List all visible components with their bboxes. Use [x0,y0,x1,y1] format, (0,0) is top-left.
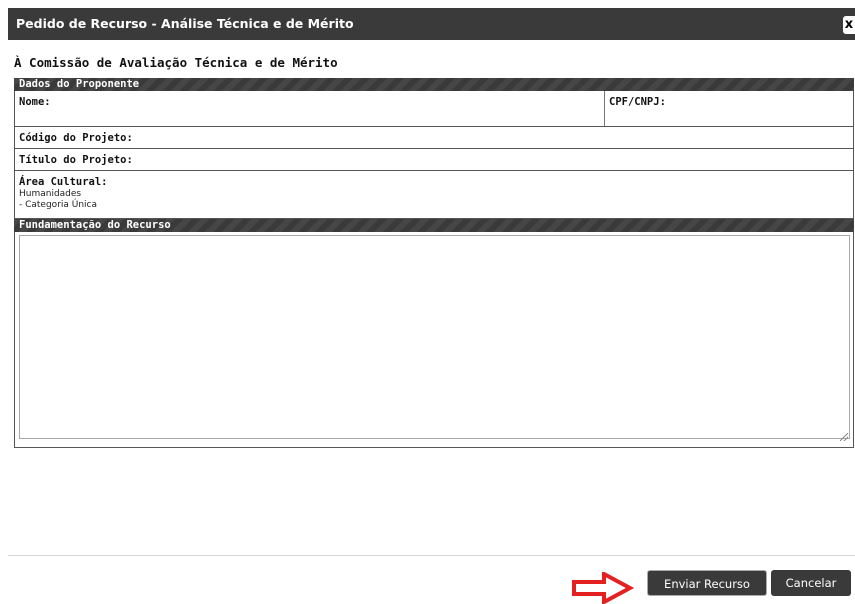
close-icon: x [844,17,854,32]
row-area-cultural: Área Cultural: Humanidades - Categoria Ú… [14,171,854,219]
area-cultural-value: Humanidades [19,189,82,199]
page-heading: À Comissão de Avaliação Técnica e de Mér… [14,55,338,70]
titulo-projeto-label: Título do Projeto: [19,154,133,166]
cpf-cnpj-label: CPF/CNPJ: [609,96,666,108]
enviar-recurso-button[interactable]: Enviar Recurso [647,570,767,596]
codigo-projeto-label: Código do Projeto: [19,132,133,144]
dialog-titlebar: Pedido de Recurso - Análise Técnica e de… [8,8,855,40]
section-header-fundamentacao: Fundamentação do Recurso [14,219,854,232]
footer-divider [8,555,855,556]
row-codigo: Código do Projeto: [14,127,854,149]
area-cultural-label: Área Cultural: [19,176,108,188]
fundamentacao-container [14,232,854,448]
row-nome: Nome: CPF/CNPJ: [14,91,854,127]
section-header-proponente: Dados do Proponente [14,78,854,91]
resize-grip-icon[interactable] [840,433,848,441]
fundamentacao-textarea[interactable] [19,235,850,439]
nome-label: Nome: [19,96,51,108]
row-titulo: Título do Projeto: [14,149,854,171]
close-button[interactable]: x [843,16,855,34]
categoria-value: - Categoria Única [19,200,98,210]
column-divider [604,91,605,126]
dialog-title: Pedido de Recurso - Análise Técnica e de… [16,16,354,31]
recurso-dialog: Pedido de Recurso - Análise Técnica e de… [0,0,855,604]
recurso-form: Dados do Proponente Nome: CPF/CNPJ: Códi… [14,78,854,448]
cancelar-button[interactable]: Cancelar [771,570,851,596]
red-arrow-icon [572,572,634,604]
